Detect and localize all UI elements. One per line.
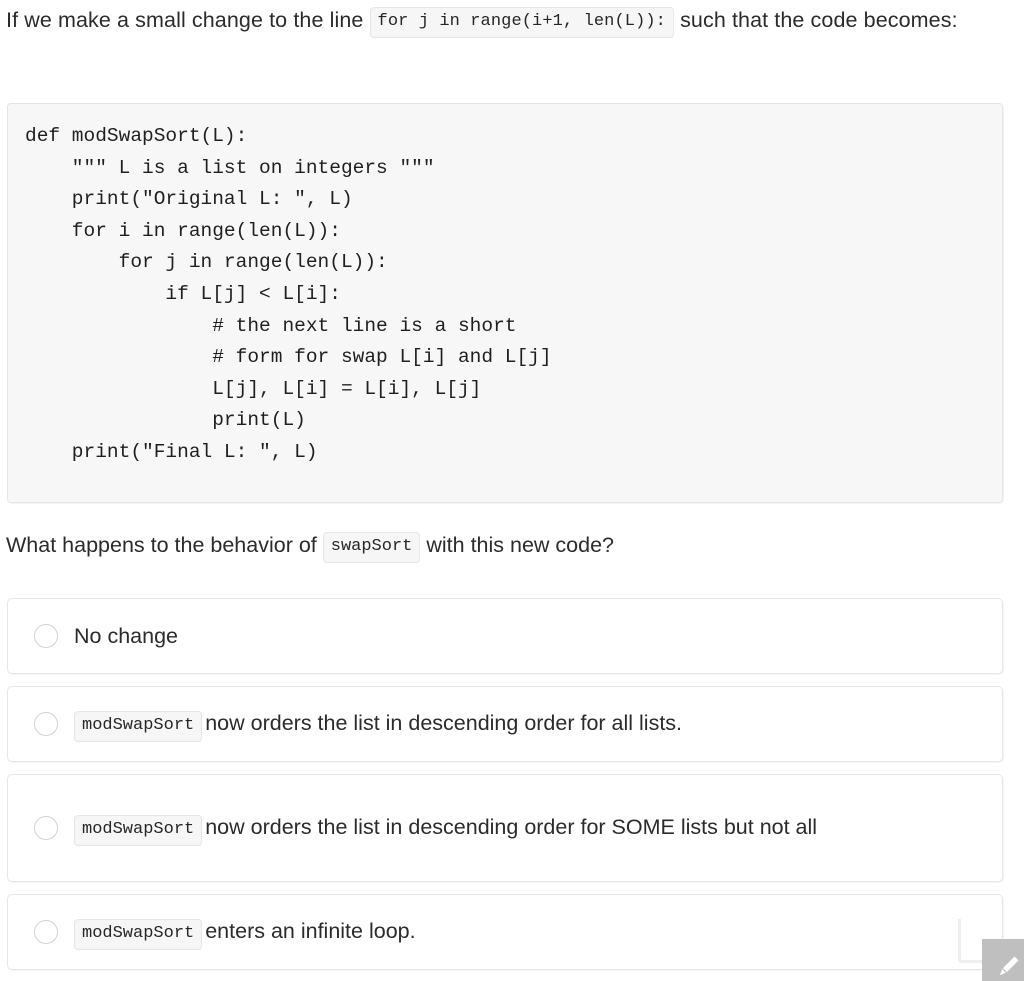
radio-wrap-3[interactable]: [8, 775, 58, 881]
radio-button-icon[interactable]: [34, 920, 58, 944]
answer-option-label: modSwapSort now orders the list in descen…: [74, 706, 682, 742]
answer-option-text: now orders the list in descending order …: [205, 815, 818, 840]
answer-option-text: enters an infinite loop.: [205, 919, 416, 944]
answer-option-body-2[interactable]: modSwapSort now orders the list in descen…: [58, 687, 984, 761]
radio-button-icon[interactable]: [34, 816, 58, 840]
intro-text-before: If we make a small change to the line: [6, 8, 364, 32]
answer-option-no-change[interactable]: No change: [7, 598, 1003, 674]
answer-option-text: now orders the list in descending order …: [205, 711, 683, 736]
intro-text-after: such that the code becomes:: [680, 8, 958, 32]
answer-option-infinite-loop[interactable]: modSwapSort enters an infinite loop.: [7, 894, 1003, 970]
answer-option-body-4[interactable]: modSwapSort enters an infinite loop.: [58, 895, 984, 969]
question-text-before: What happens to the behavior of: [6, 533, 317, 557]
answer-option-body-3[interactable]: modSwapSort now orders the list in descen…: [58, 775, 984, 881]
quiz-page: If we make a small change to the line fo…: [0, 0, 1024, 981]
answer-options-list: No change modSwapSort now orders the list…: [7, 598, 1003, 981]
inline-code-chip-swapsort: swapSort: [322, 532, 421, 563]
radio-button-icon[interactable]: [34, 624, 58, 648]
answer-option-label: modSwapSort now orders the list in descen…: [74, 810, 817, 846]
answer-option-label: No change: [74, 624, 178, 648]
radio-wrap-2[interactable]: [8, 687, 58, 761]
radio-button-icon[interactable]: [34, 712, 58, 736]
pencil-icon: [1000, 956, 1019, 975]
code-block-content: def modSwapSort(L): """ L is a list on i…: [25, 125, 552, 463]
inline-code-chip-loop-line: for j in range(i+1, len(L)):: [369, 7, 674, 38]
code-block: def modSwapSort(L): """ L is a list on i…: [7, 103, 1003, 503]
intro-paragraph: If we make a small change to the line fo…: [0, 0, 1024, 38]
answer-option-descending-all[interactable]: modSwapSort now orders the list in descen…: [7, 686, 1003, 762]
inline-code-chip-modswapsort: modSwapSort: [74, 919, 203, 950]
inline-code-chip-modswapsort: modSwapSort: [74, 815, 203, 846]
answer-option-descending-some[interactable]: modSwapSort now orders the list in descen…: [7, 774, 1003, 882]
resize-edit-handle[interactable]: [982, 939, 1024, 981]
radio-wrap-1[interactable]: [8, 599, 58, 673]
answer-option-body-1[interactable]: No change: [58, 599, 984, 673]
radio-wrap-4[interactable]: [8, 895, 58, 969]
question-text-after: with this new code?: [426, 533, 614, 557]
answer-option-label: modSwapSort enters an infinite loop.: [74, 914, 416, 950]
question-text: What happens to the behavior of swapSort…: [6, 528, 1006, 563]
inline-code-chip-modswapsort: modSwapSort: [74, 711, 203, 742]
